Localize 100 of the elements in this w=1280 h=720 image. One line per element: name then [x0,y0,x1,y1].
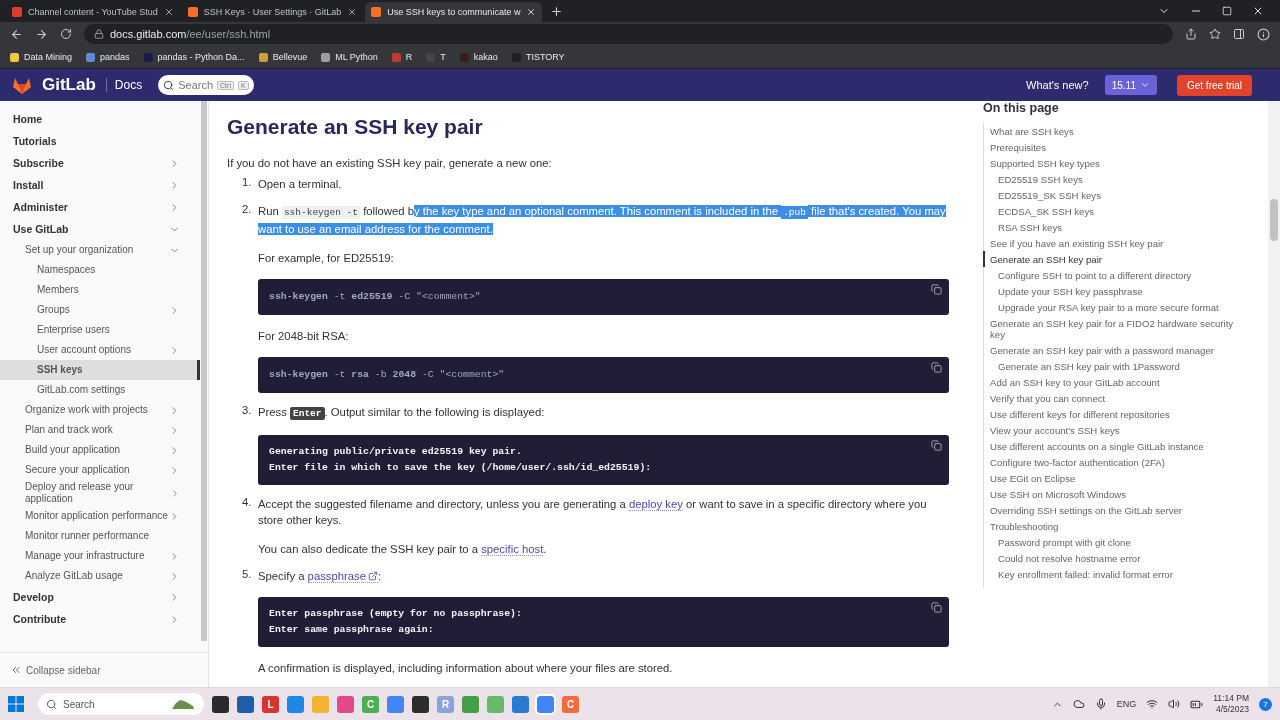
bookmark[interactable]: pandas [86,52,130,62]
step-number: 2. [242,203,253,217]
instruction-text: Specify a passphrase : [258,569,383,584]
notification-badge[interactable]: 7 [1259,697,1272,711]
sidebar-item[interactable]: Namespaces [0,260,200,280]
toc-link[interactable]: View your account's SSH keys [983,422,1234,438]
toc-link[interactable]: Use different keys for different repositories [983,406,1234,422]
code-line: Enter file in which to save the key (/home/user/.ssh/id_ed25519): [269,461,653,475]
toc-link[interactable]: Configure SSH to point to a different directory [983,267,1234,283]
step-number: 3. [242,404,253,418]
sidebar-item[interactable]: Subscribe [0,152,200,174]
sidebar-item[interactable]: Home [0,108,200,130]
key-label: Enter [290,407,325,420]
toc-link[interactable]: Use EGit on Eclipse [983,470,1234,486]
inline-code: ssh-keygen -t [281,206,360,219]
sidebar-item[interactable]: Monitor runner performance [0,526,200,546]
step-number: 1. [242,176,253,190]
taskbar-search-field[interactable]: Search [38,693,204,715]
clock-date[interactable]: 4/5/2023 [1215,704,1249,715]
toc-link[interactable]: Prerequisites [983,139,1234,155]
docs-label[interactable]: Docs [105,78,143,92]
toc-link[interactable]: Use different accounts on a single GitLab instance [983,438,1234,454]
toc-link[interactable]: RSA SSH keys [983,219,1234,235]
toc-link[interactable]: Verify that you can connect [983,390,1234,406]
toc-link[interactable]: Generate an SSH key pair [983,251,1234,267]
bookmark[interactable]: kakao [459,52,498,62]
inline-code: .pub [781,206,808,219]
toc-link[interactable]: Could not resolve hostname error [983,550,1234,566]
sidebar-item[interactable]: Organize work with projects [0,400,200,420]
toc-title: On this page [983,101,1060,115]
toc-link[interactable]: Overriding SSH settings on the GitLab server [983,502,1234,518]
sidebar-item[interactable]: Deploy and release your application [0,480,200,506]
toc-link[interactable]: What are SSH keys [983,123,1234,139]
instruction-text: You can also dedicate the SSH key pair to a specific host. [258,542,548,557]
sidebar-item[interactable]: Install [0,174,200,196]
toc-link[interactable]: Update your SSH key passphrase [983,283,1234,299]
toc-link[interactable]: Key enrollment failed: invalid format error [983,566,1234,582]
instruction-text: For example, for ED25519: [258,251,395,266]
instruction-text: For 2048-bit RSA: [258,329,350,344]
toc-link[interactable]: Configure two-factor authentication (2FA) [983,454,1234,470]
bookmark[interactable]: ML Python [321,52,378,62]
sidebar-item[interactable]: User account options [0,340,200,360]
sidebar-item[interactable]: Secure your application [0,460,200,480]
sidebar-item[interactable]: Groups [0,300,200,320]
sidebar-item[interactable]: SSH keys [0,360,200,380]
sidebar-item[interactable]: GitLab.com settings [0,380,200,400]
bookmark[interactable]: R [391,52,413,62]
toc-link[interactable]: ED25519 SSH keys [983,171,1234,187]
sidebar-item[interactable]: Members [0,280,200,300]
code-line: ssh-keygen -t ed25519 -C "<comment>" [269,290,482,304]
version-dropdown[interactable]: 15.11 [1104,75,1157,95]
bookmark[interactable]: T [426,52,446,62]
language-indicator[interactable]: ENG [1116,699,1137,709]
sidebar-item[interactable]: Tutorials [0,130,200,152]
browser-tab[interactable]: SSH Keys · User Settings · GitLab [181,2,364,22]
sidebar-item[interactable]: Monitor application performance [0,506,200,526]
code-line: Generating public/private ed25519 key pair. [269,445,523,459]
bookmark[interactable]: Bellevue [258,52,308,62]
sidebar-item[interactable]: Contribute [0,608,200,630]
toc-link[interactable]: Generate an SSH key pair with 1Password [983,358,1234,374]
bookmark[interactable]: pandas - Python Da... [143,52,245,62]
code-line: Enter same passphrase again: [269,623,435,637]
bookmark[interactable]: Data Mining [10,52,73,62]
instruction-text: Accept the suggested filename and directory, unless you are generating a deploy key or want to save in a specific directory where you store other keys. [258,497,928,528]
toc-link[interactable]: Generate an SSH key pair for a FIDO2 hardware security key [983,315,1234,342]
toc-link[interactable]: Supported SSH key types [983,155,1234,171]
whats-new-link[interactable]: What's new? [1026,79,1089,91]
browser-tab[interactable]: Use SSH keys to communicate w [365,2,543,22]
address-bar[interactable]: docs.gitlab.com/ee/user/ssh.html [84,24,1173,44]
intro-text: If you do not have an existing SSH key pair, generate a new one: [227,157,553,169]
taskbar-app-icon[interactable]: L [262,695,279,713]
sidebar-item[interactable]: Build your application [0,440,200,460]
toc-link[interactable]: Troubleshooting [983,518,1234,534]
sidebar-item[interactable]: Set up your organization [0,240,200,260]
toc-link[interactable]: ED25519_SK SSH keys [983,187,1234,203]
toc-link[interactable]: ECDSA_SK SSH keys [983,203,1234,219]
step-number: 5. [242,568,253,582]
free-trial-button[interactable]: Get free trial [1176,74,1252,96]
sidebar-item[interactable]: Use GitLab [0,218,200,240]
link[interactable]: passphrase [307,570,378,583]
instruction-text: A confirmation is displayed, including information about where your files are stored. [258,661,674,676]
toc-link[interactable]: Password prompt with git clone [983,534,1234,550]
clock-time[interactable]: 11:14 PM [1213,693,1249,704]
sidebar-item[interactable]: Plan and track work [0,420,200,440]
toc-link[interactable]: Upgrade your RSA key pair to a more secure format [983,299,1234,315]
link[interactable]: deploy key [628,498,683,511]
toc-link[interactable]: Add an SSH key to your GitLab account [983,374,1234,390]
instruction-text: Open a terminal. [258,177,343,192]
sidebar-item[interactable]: Analyze GitLab usage [0,566,200,586]
sidebar-item[interactable]: Manage your infrastructure [0,546,200,566]
instruction-text: Press Enter . Output similar to the following is displayed: [258,405,546,422]
bookmark[interactable]: TISTORY [511,52,565,62]
sidebar-item[interactable]: Enterprise users [0,320,200,340]
toc-link[interactable]: Generate an SSH key pair with a password manager [983,342,1234,358]
sidebar-item[interactable]: Administer [0,196,200,218]
logo-text[interactable]: GitLab [42,75,96,95]
browser-tab[interactable]: Channel content - YouTube Stud [6,2,180,22]
toc-link[interactable]: Use SSH on Microsoft Windows [983,486,1234,502]
toc-link[interactable]: See if you have an existing SSH key pair [983,235,1234,251]
sidebar-item[interactable]: Develop [0,586,200,608]
